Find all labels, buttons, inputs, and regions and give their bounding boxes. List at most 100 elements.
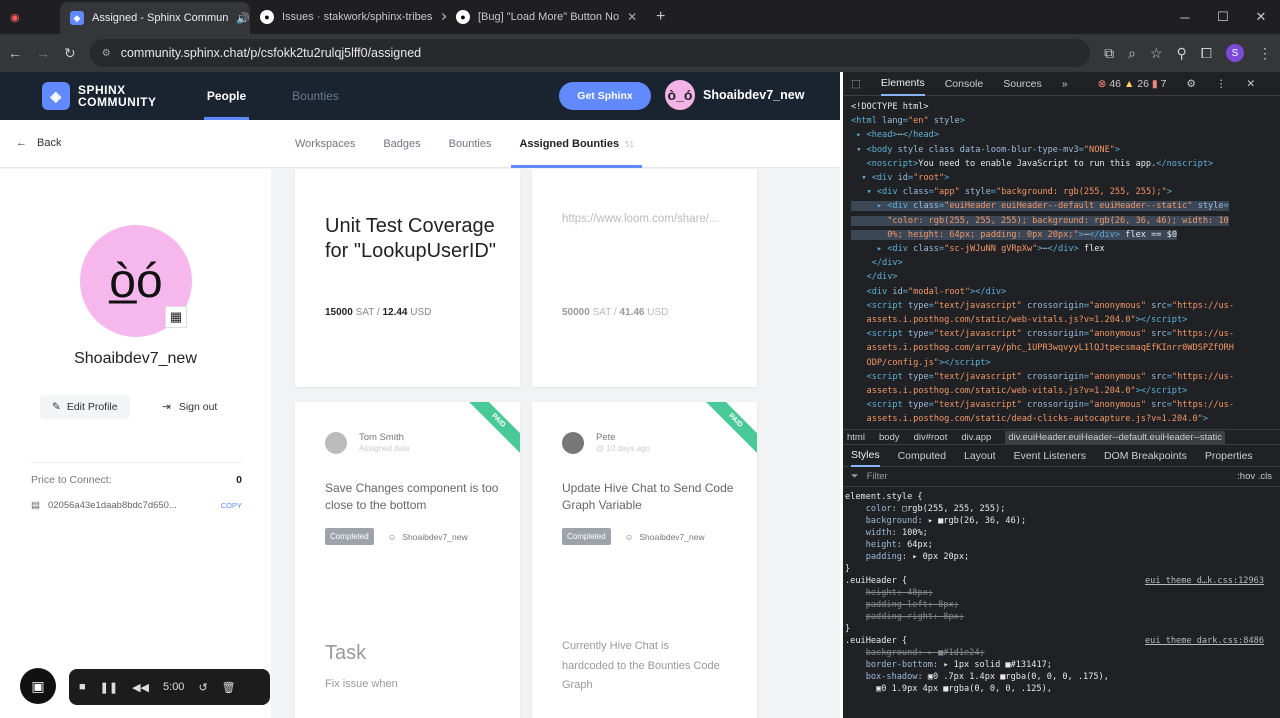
- breadcrumb-item[interactable]: body: [879, 432, 900, 443]
- tab-sources[interactable]: Sources: [1003, 78, 1042, 90]
- creator-avatar: [325, 432, 347, 454]
- paid-ribbon: PAID: [464, 402, 520, 455]
- assignee-name: Shoaibdev7_new: [639, 531, 705, 542]
- close-window-icon[interactable]: ✕: [1242, 9, 1280, 25]
- user-name: Shoaibdev7_new: [703, 88, 805, 102]
- github-icon: ●: [260, 10, 274, 24]
- mute-icon[interactable]: 🔊: [236, 12, 250, 25]
- bounty-link[interactable]: https://www.loom.com/share/...: [562, 213, 732, 225]
- usd-unit: USD: [410, 307, 432, 318]
- new-tab-button[interactable]: +: [646, 0, 676, 34]
- bounty-card[interactable]: PAID Tom Smith Assigned date Save Changes…: [295, 402, 520, 718]
- recording-indicator: ◉: [10, 11, 20, 24]
- tab-dom-breakpoints[interactable]: DOM Breakpoints: [1104, 450, 1187, 462]
- forward-arrow-icon[interactable]: →: [36, 45, 50, 61]
- pause-icon[interactable]: ❚❚: [100, 681, 118, 694]
- divider: [31, 462, 242, 463]
- restart-icon[interactable]: ↺: [198, 681, 207, 694]
- bounty-status-row: Completed ☺ Shoaibdev7_new: [325, 528, 468, 545]
- copy-button[interactable]: COPY: [221, 501, 242, 510]
- menu-icon[interactable]: ⋮: [1258, 45, 1272, 62]
- warning-count: 26: [1137, 77, 1149, 90]
- url-text: community.sphinx.chat/p/csfokk2tu2rulqj5…: [120, 46, 422, 60]
- tab-properties[interactable]: Properties: [1205, 450, 1253, 462]
- inspect-icon[interactable]: ⬚: [851, 78, 861, 90]
- breadcrumb-item[interactable]: div#root: [914, 432, 948, 443]
- sphinx-logo[interactable]: ◈ SPHINX COMMUNITY: [42, 82, 157, 110]
- trash-icon[interactable]: 🗑: [222, 681, 236, 694]
- tab-label: Assigned Bounties: [519, 138, 620, 150]
- bounty-price: 50000 SAT / 41.46 USD: [562, 307, 668, 318]
- back-button[interactable]: ← Back: [16, 137, 61, 149]
- filter-placeholder: Filter: [866, 471, 888, 482]
- stop-icon[interactable]: ■: [79, 681, 86, 693]
- tab-badges[interactable]: Badges: [383, 120, 420, 168]
- tab-console[interactable]: Console: [945, 78, 984, 90]
- edit-profile-button[interactable]: ✎ Edit Profile: [40, 395, 130, 419]
- breadcrumb-item[interactable]: div.app: [961, 432, 991, 443]
- minimize-icon[interactable]: ─: [1166, 10, 1204, 25]
- sign-out-icon: ⇥: [162, 401, 171, 413]
- error-count: 46: [1109, 77, 1122, 90]
- sign-out-button[interactable]: ⇥ Sign out: [162, 395, 217, 419]
- breadcrumb-item[interactable]: div.euiHeader.euiHeader--default.euiHead…: [1005, 430, 1226, 444]
- settings-gear-icon[interactable]: ⚙: [1186, 78, 1195, 90]
- profile-avatar[interactable]: S: [1226, 44, 1244, 62]
- tab-event-listeners[interactable]: Event Listeners: [1014, 450, 1086, 462]
- assignee-name: Shoaibdev7_new: [402, 531, 468, 542]
- status-badge: Completed: [325, 528, 374, 545]
- price-label: Price to Connect:: [31, 474, 112, 486]
- pencil-icon: ✎: [52, 401, 61, 413]
- tab-workspaces[interactable]: Workspaces: [295, 120, 355, 168]
- zoom-icon[interactable]: ⌕: [1128, 45, 1136, 62]
- extension-icon[interactable]: ⚲: [1177, 45, 1187, 62]
- browser-tab-issues[interactable]: ● Issues · stakwork/sphinx-tribes ✕: [250, 0, 446, 34]
- tab-elements[interactable]: Elements: [880, 72, 925, 96]
- bounty-card[interactable]: PAID Pete @ 10 days ago Update Hive Chat …: [532, 402, 757, 718]
- issue-counters[interactable]: ⊗ 46 ▲ 26 ▮ 7: [1098, 78, 1167, 90]
- tab-bounties[interactable]: Bounties: [449, 120, 492, 168]
- nav-bounties[interactable]: Bounties: [292, 72, 339, 120]
- creator-name: Tom Smith: [359, 432, 404, 443]
- bounty-card[interactable]: https://www.loom.com/share/... 50000 SAT…: [532, 169, 757, 387]
- user-menu[interactable]: ò_ó Shoaibdev7_new: [665, 80, 804, 110]
- tab-styles[interactable]: Styles: [851, 445, 880, 467]
- bounty-card[interactable]: Unit Test Coverage for "LookupUserID" 15…: [295, 169, 520, 387]
- styles-filter[interactable]: ⏷ Filter :hov .cls: [843, 467, 1280, 487]
- user-avatar: ò_ó: [665, 80, 695, 110]
- rewind-icon[interactable]: ◀◀: [132, 681, 149, 694]
- bounty-creator: Pete @ 10 days ago: [562, 432, 650, 454]
- install-icon[interactable]: ⧉: [1104, 45, 1114, 62]
- sphinx-logo-icon: ◈: [42, 82, 70, 110]
- close-devtools-icon[interactable]: ✕: [1246, 78, 1255, 90]
- reload-icon[interactable]: ↻: [64, 45, 76, 62]
- usd-value: 12.44: [382, 307, 408, 318]
- camera-button[interactable]: ▣: [20, 668, 56, 704]
- filter-toggles[interactable]: :hov .cls: [1237, 471, 1272, 482]
- nav-people[interactable]: People: [204, 72, 249, 120]
- tab-assigned-bounties[interactable]: Assigned Bounties 51: [511, 120, 642, 168]
- more-tabs-icon[interactable]: »: [1062, 78, 1068, 90]
- usd-unit: USD: [647, 307, 669, 318]
- warning-icon: ▲: [1123, 77, 1135, 90]
- browser-tab-bug[interactable]: ● [Bug] "Load More" Button No ✕: [446, 0, 646, 34]
- address-bar-row: ← → ↻ ⚙ community.sphinx.chat/p/csfokk2t…: [0, 34, 1280, 72]
- puzzle-icon[interactable]: ⧠: [1201, 45, 1212, 62]
- arrow-left-icon: ←: [16, 137, 27, 149]
- browser-tab-assigned[interactable]: ◆ Assigned - Sphinx Commun 🔊 ✕: [60, 2, 250, 34]
- edit-label: Edit Profile: [66, 401, 118, 413]
- tab-computed[interactable]: Computed: [898, 450, 946, 462]
- profile-tabs: Workspaces Badges Bounties Assigned Boun…: [295, 120, 642, 168]
- close-tab-icon[interactable]: ✕: [627, 10, 637, 24]
- sign-out-label: Sign out: [178, 401, 218, 413]
- bookmark-star-icon[interactable]: ☆: [1150, 45, 1163, 62]
- url-bar[interactable]: ⚙ community.sphinx.chat/p/csfokk2tu2rulq…: [89, 39, 1091, 67]
- maximize-icon[interactable]: ☐: [1204, 9, 1242, 25]
- kebab-menu-icon[interactable]: ⋮: [1216, 78, 1227, 90]
- qr-code-icon[interactable]: ▦: [165, 306, 187, 328]
- tab-layout[interactable]: Layout: [964, 450, 996, 462]
- site-info-icon[interactable]: ⚙: [102, 48, 111, 59]
- get-sphinx-button[interactable]: Get Sphinx: [559, 82, 651, 110]
- breadcrumb-item[interactable]: html: [847, 432, 865, 443]
- back-arrow-icon[interactable]: ←: [8, 45, 22, 61]
